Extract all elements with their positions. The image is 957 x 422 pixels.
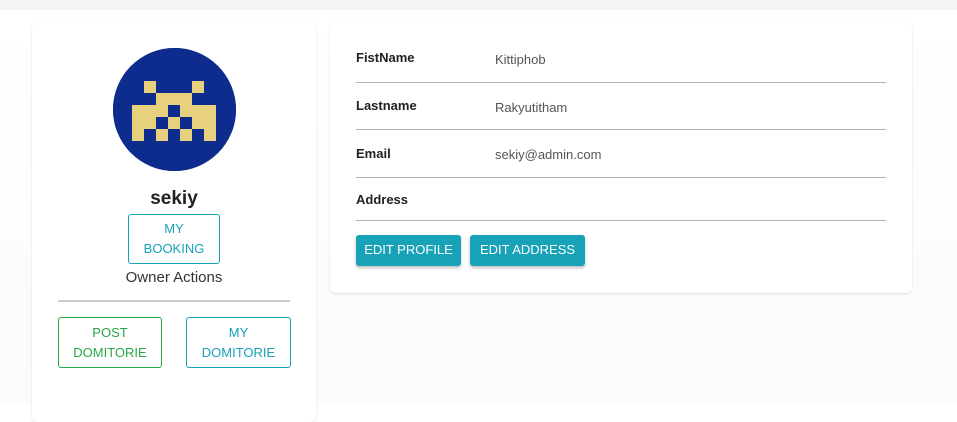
field-divider: [356, 220, 886, 221]
profile-card: sekiy MY BOOKING Owner Actions POST DOMI…: [32, 22, 316, 422]
field-value: Kittiphob: [495, 52, 546, 67]
avatar: [113, 48, 236, 171]
my-domitorie-button[interactable]: MY DOMITORIE: [186, 317, 291, 368]
post-domitorie-button[interactable]: POST DOMITORIE: [58, 317, 162, 368]
identicon-avatar-icon: [113, 48, 236, 171]
profile-details-card: FistName Kittiphob Lastname Rakyutitham …: [330, 23, 912, 293]
field-divider: [356, 82, 886, 83]
edit-address-button[interactable]: EDIT ADDRESS: [470, 235, 585, 266]
field-label: Address: [356, 192, 409, 207]
username: sekiy: [150, 188, 198, 209]
field-value: Rakyutitham: [495, 100, 568, 115]
divider: [58, 300, 290, 302]
field-label: Email: [356, 146, 391, 161]
field-value: sekiy@admin.com: [495, 147, 602, 162]
owner-actions-heading: Owner Actions: [125, 269, 223, 286]
field-label: Lastname: [356, 98, 417, 113]
my-booking-button[interactable]: MY BOOKING: [128, 214, 220, 264]
field-divider: [356, 177, 886, 178]
field-label: FistName: [356, 50, 415, 65]
field-divider: [356, 129, 886, 130]
edit-profile-button[interactable]: EDIT PROFILE: [356, 235, 461, 266]
